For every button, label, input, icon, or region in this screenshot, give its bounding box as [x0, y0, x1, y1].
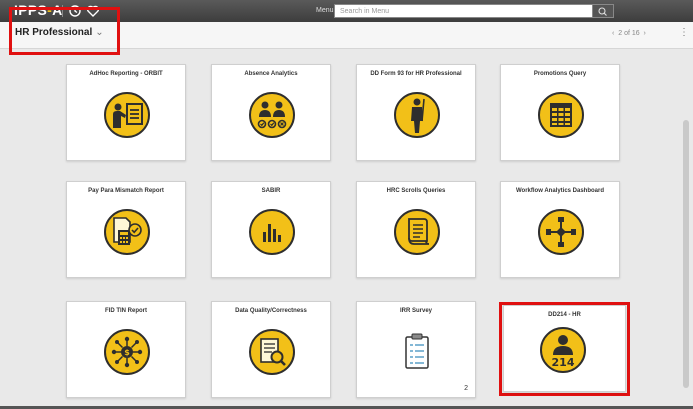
search-placeholder: Search in Menu	[340, 8, 390, 15]
tile-fid-tin-report[interactable]: FID TIN Report $	[66, 301, 186, 398]
tile-dd214-hr[interactable]: DD214 - HR 214	[503, 305, 626, 392]
person-214-icon: 214	[540, 327, 586, 373]
tile-title: DD214 - HR	[548, 312, 581, 318]
tile-title: DD Form 93 for HR Professional	[370, 71, 462, 77]
workflow-icon	[538, 209, 584, 255]
scrollbar[interactable]	[683, 120, 689, 388]
spreadsheet-icon	[538, 92, 584, 138]
presenter-icon	[104, 92, 150, 138]
clipboard-icon	[405, 333, 429, 369]
menu-label: Menu	[316, 7, 334, 14]
tile-promotions-query[interactable]: Promotions Query	[500, 64, 620, 161]
tile-title: Data Quality/Correctness	[235, 308, 307, 314]
tile-pay-para-mismatch[interactable]: Pay Para Mismatch Report	[66, 181, 186, 278]
tile-workflow-analytics[interactable]: Workflow Analytics Dashboard	[500, 181, 620, 278]
tile-sabir[interactable]: SABIR	[211, 181, 331, 278]
tile-title: IRR Survey	[399, 308, 432, 314]
tile-adhoc-reporting[interactable]: AdHoc Reporting - ORBIT	[66, 64, 186, 161]
soldier-icon	[394, 92, 440, 138]
tile-title: Absence Analytics	[244, 71, 298, 77]
badge-number: 214	[552, 356, 575, 369]
tile-title: FID TIN Report	[105, 308, 147, 314]
next-page-icon[interactable]: ›	[644, 30, 646, 37]
search-input[interactable]: Search in Menu	[334, 4, 594, 18]
tile-badge-count: 2	[464, 385, 468, 392]
bar-chart-icon	[249, 209, 295, 255]
group-analytics-icon	[249, 92, 295, 138]
tile-title: Pay Para Mismatch Report	[88, 188, 164, 194]
calculator-document-icon	[104, 209, 150, 255]
search-button[interactable]	[592, 4, 614, 18]
tile-title: HRC Scrolls Queries	[386, 188, 446, 194]
search-icon	[598, 7, 607, 16]
tile-irr-survey[interactable]: IRR Survey 2	[356, 301, 476, 398]
previous-page-icon[interactable]: ‹	[612, 30, 614, 37]
tile-title: SABIR	[261, 188, 281, 194]
tile-data-quality[interactable]: Data Quality/Correctness	[211, 301, 331, 398]
tile-title: Workflow Analytics Dashboard	[515, 188, 605, 194]
pager: ‹ 2 of 16 ›	[612, 30, 646, 37]
highlight-box-header	[9, 7, 120, 55]
tile-title: Promotions Query	[533, 71, 587, 77]
tile-absence-analytics[interactable]: Absence Analytics	[211, 64, 331, 161]
more-options-icon[interactable]: ⋮	[679, 27, 689, 38]
money-network-icon: $	[104, 329, 150, 375]
svg-text:$: $	[124, 348, 130, 357]
tile-dd-form-93[interactable]: DD Form 93 for HR Professional	[356, 64, 476, 161]
pager-text: 2 of 16	[618, 30, 640, 37]
scroll-icon	[394, 209, 440, 255]
document-magnify-icon	[249, 329, 295, 375]
tile-title: AdHoc Reporting - ORBIT	[89, 71, 163, 77]
tile-hrc-scrolls-queries[interactable]: HRC Scrolls Queries	[356, 181, 476, 278]
